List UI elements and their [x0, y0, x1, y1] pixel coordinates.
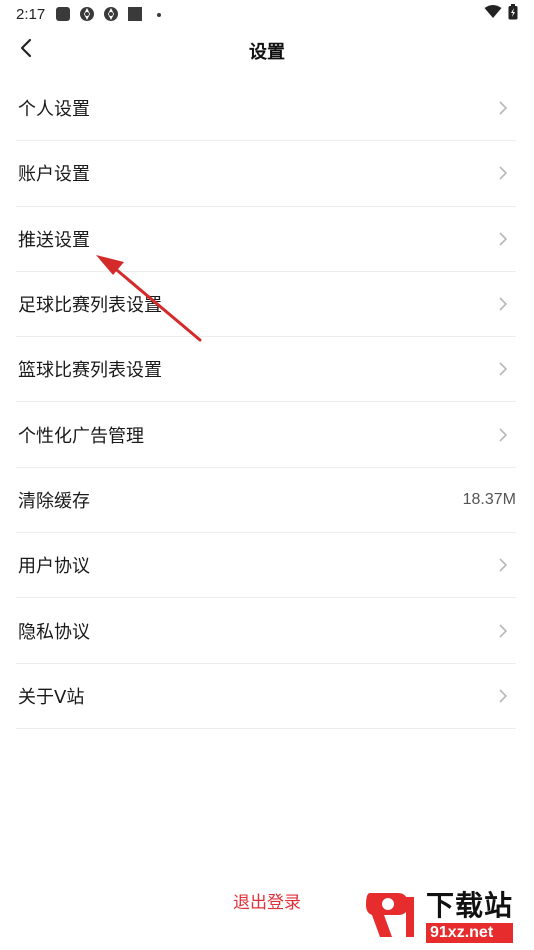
logout-button[interactable]: 退出登录 [233, 888, 301, 913]
battery-charging-icon [508, 4, 518, 24]
status-right [484, 4, 518, 24]
settings-item-basketball-list[interactable]: 篮球比赛列表设置 [16, 337, 516, 403]
settings-item-label: 关于V站 [18, 686, 85, 708]
settings-item-ad-personalization[interactable]: 个性化广告管理 [16, 402, 516, 468]
chevron-right-icon [496, 687, 510, 705]
watermark-subtitle: 91xz.net [426, 923, 514, 943]
chevron-left-icon [19, 38, 33, 62]
settings-item-label: 隐私协议 [18, 621, 90, 643]
settings-item-label: 推送设置 [18, 229, 90, 251]
watermark-logo-icon [362, 885, 422, 949]
settings-item-personal[interactable]: 个人设置 [16, 76, 516, 142]
chevron-right-icon [496, 295, 510, 313]
chevron-right-icon [496, 99, 510, 117]
chevron-right-icon [496, 556, 510, 574]
dot-icon [151, 6, 167, 22]
settings-item-football-list[interactable]: 足球比赛列表设置 [16, 272, 516, 338]
status-time: 2:17 [16, 5, 46, 23]
settings-item-push[interactable]: 推送设置 [16, 207, 516, 272]
aperture-icon [79, 6, 95, 22]
settings-item-label: 足球比赛列表设置 [18, 295, 162, 317]
settings-item-user-agreement[interactable]: 用户协议 [16, 533, 516, 599]
watermark: 下载站 91xz.net [362, 884, 534, 950]
watermark-title: 下载站 [426, 889, 514, 922]
chevron-right-icon [496, 230, 510, 248]
chevron-right-icon [496, 360, 510, 378]
settings-item-privacy[interactable]: 隐私协议 [16, 598, 516, 664]
aperture-icon [103, 6, 119, 22]
chevron-right-icon [496, 426, 510, 444]
settings-item-label: 账户设置 [18, 164, 90, 186]
square-app-icon [127, 6, 143, 22]
settings-item-label: 篮球比赛列表设置 [18, 360, 162, 382]
chevron-right-icon [496, 164, 510, 182]
back-button[interactable] [10, 34, 42, 66]
square-app-icon [55, 6, 71, 22]
settings-item-label: 用户协议 [18, 556, 90, 578]
chevron-right-icon [496, 622, 510, 640]
settings-item-about[interactable]: 关于V站 [16, 664, 516, 729]
settings-item-label: 个人设置 [18, 99, 90, 121]
settings-list: 个人设置 账户设置 推送设置 足球比赛列表设置 篮球比赛列表设置 个性化广告管理… [16, 76, 516, 729]
settings-item-account[interactable]: 账户设置 [16, 141, 516, 207]
settings-item-clear-cache[interactable]: 清除缓存 18.37M [16, 468, 516, 534]
settings-item-label: 清除缓存 [18, 490, 90, 512]
cache-size-value: 18.37M [462, 490, 516, 508]
page-title: 设置 [249, 42, 285, 63]
wifi-icon [484, 5, 502, 23]
watermark-text: 下载站 91xz.net [426, 889, 514, 943]
settings-item-label: 个性化广告管理 [18, 425, 144, 447]
header: 设置 [0, 28, 534, 74]
settings-screen: 2:17 设置 个人设置 账户设置 推送设置 足球比赛列表设置 篮球比赛列表设置… [0, 0, 534, 950]
status-bar: 2:17 [0, 0, 534, 28]
